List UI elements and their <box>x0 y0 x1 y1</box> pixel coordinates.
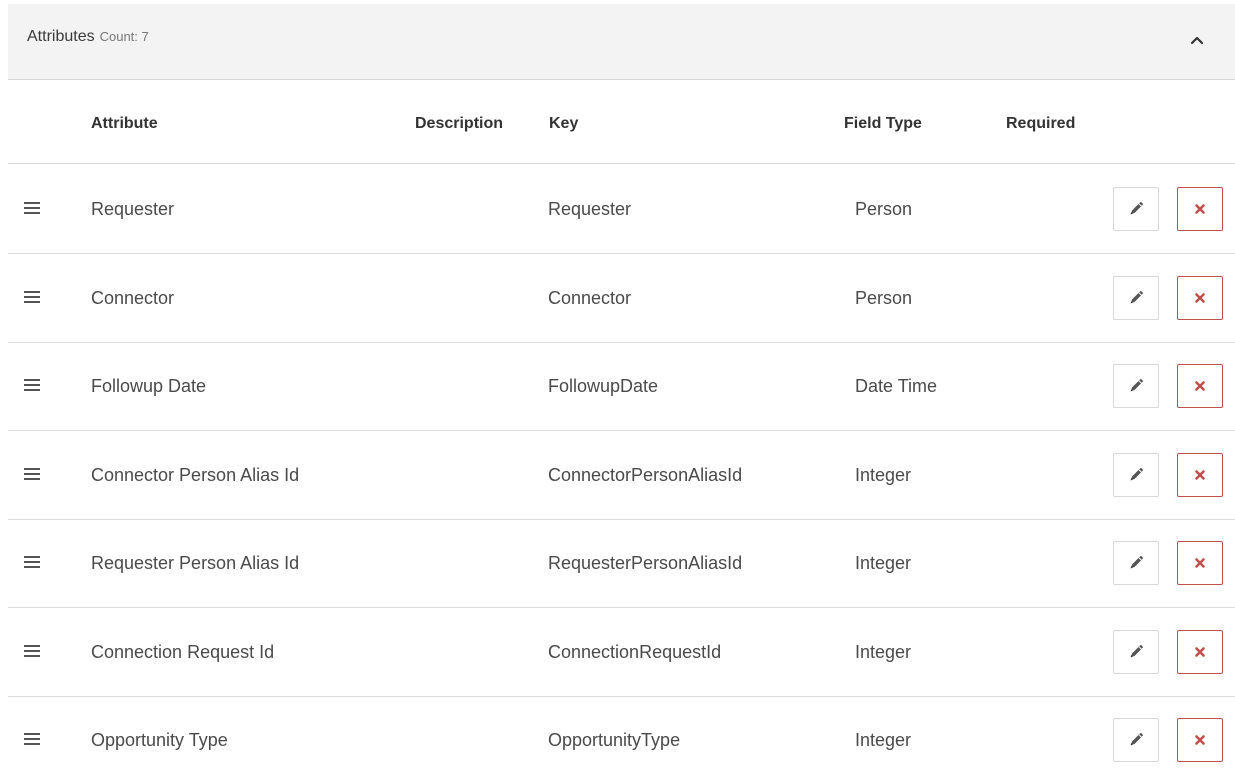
drag-handle-icon[interactable] <box>24 201 40 215</box>
drag-handle-icon[interactable] <box>24 290 40 304</box>
attribute-name-cell: Requester <box>91 199 175 219</box>
attribute-key-cell: Requester <box>548 199 632 219</box>
panel-title: Attributes <box>27 28 95 45</box>
attributes-panel: Attributes Count: 7 Attribute Description… <box>0 0 1235 782</box>
attribute-name-cell: Connection Request Id <box>91 641 275 662</box>
column-header-key: Key <box>549 115 579 132</box>
delete-button[interactable] <box>1177 718 1223 762</box>
attribute-field-type-cell: Integer <box>855 464 912 485</box>
attribute-field-type-cell: Person <box>855 199 913 219</box>
attribute-field-type-cell: Integer <box>855 553 912 573</box>
table-row: Connection Request Id ConnectionRequestI… <box>8 608 1235 697</box>
edit-button[interactable] <box>1113 541 1159 585</box>
edit-button[interactable] <box>1113 452 1159 497</box>
pencil-icon <box>1130 290 1143 303</box>
pencil-icon <box>1130 733 1143 746</box>
drag-handle-icon[interactable] <box>24 378 40 392</box>
edit-button[interactable] <box>1113 629 1159 674</box>
chevron-up-icon <box>1190 36 1204 45</box>
drag-handle-icon[interactable] <box>24 467 40 481</box>
close-icon <box>1195 735 1205 745</box>
attribute-field-type-cell: Date Time <box>855 376 938 396</box>
collapse-button[interactable] <box>1183 26 1211 54</box>
table-row: Connector Connector Person <box>8 254 1235 343</box>
delete-button[interactable] <box>1177 452 1223 497</box>
attribute-name-cell: Opportunity Type <box>91 730 228 750</box>
attribute-name-cell: Followup Date <box>91 376 207 396</box>
panel-header[interactable]: Attributes Count: 7 <box>8 4 1235 80</box>
table-row: Requester Person Alias Id RequesterPerso… <box>8 519 1235 608</box>
attribute-name-cell: Connector <box>91 287 175 308</box>
panel-title-wrap: Attributes Count: 7 <box>27 28 149 46</box>
attribute-field-type-cell: Person <box>855 287 913 308</box>
attribute-key-cell: RequesterPersonAliasId <box>548 553 743 573</box>
close-icon <box>1195 204 1205 214</box>
column-header-attribute: Attribute <box>91 115 158 132</box>
table-row: Requester Requester Person <box>8 165 1235 254</box>
attribute-key-cell: OpportunityType <box>548 730 681 750</box>
column-header-field-type: Field Type <box>844 115 922 132</box>
drag-handle-icon[interactable] <box>24 644 40 658</box>
edit-button[interactable] <box>1113 187 1159 231</box>
edit-button[interactable] <box>1113 364 1159 408</box>
pencil-icon <box>1130 379 1143 392</box>
pencil-icon <box>1130 467 1143 480</box>
pencil-icon <box>1130 556 1143 569</box>
attribute-field-type-cell: Integer <box>855 641 912 662</box>
delete-button[interactable] <box>1177 275 1223 320</box>
delete-button[interactable] <box>1177 364 1223 408</box>
attribute-key-cell: Connector <box>548 287 632 308</box>
attribute-name-cell: Requester Person Alias Id <box>91 553 300 573</box>
close-icon <box>1195 646 1205 657</box>
edit-button[interactable] <box>1113 718 1159 762</box>
table-row: Followup Date FollowupDate Date Time <box>8 342 1235 431</box>
edit-button[interactable] <box>1113 275 1159 320</box>
close-icon <box>1195 292 1205 303</box>
close-icon <box>1195 469 1205 480</box>
attribute-name-cell: Connector Person Alias Id <box>91 464 300 485</box>
column-header-required: Required <box>1006 115 1076 132</box>
pencil-icon <box>1130 202 1143 215</box>
delete-button[interactable] <box>1177 187 1223 231</box>
attribute-count: Count: 7 <box>99 29 149 44</box>
table-row: Connector Person Alias Id ConnectorPerso… <box>8 431 1235 520</box>
attribute-field-type-cell: Integer <box>855 730 912 750</box>
attribute-key-cell: ConnectorPersonAliasId <box>548 464 743 485</box>
attribute-key-cell: FollowupDate <box>548 376 659 396</box>
column-header-description: Description <box>415 115 504 132</box>
close-icon <box>1195 381 1205 391</box>
close-icon <box>1195 558 1205 568</box>
delete-button[interactable] <box>1177 541 1223 585</box>
pencil-icon <box>1130 644 1143 657</box>
table-header: Attribute Description Key Field Type Req… <box>8 82 1235 164</box>
drag-handle-icon[interactable] <box>24 732 40 746</box>
attribute-key-cell: ConnectionRequestId <box>548 641 722 662</box>
table-row: Opportunity Type OpportunityType Integer <box>8 696 1235 782</box>
drag-handle-icon[interactable] <box>24 555 40 569</box>
delete-button[interactable] <box>1177 629 1223 674</box>
